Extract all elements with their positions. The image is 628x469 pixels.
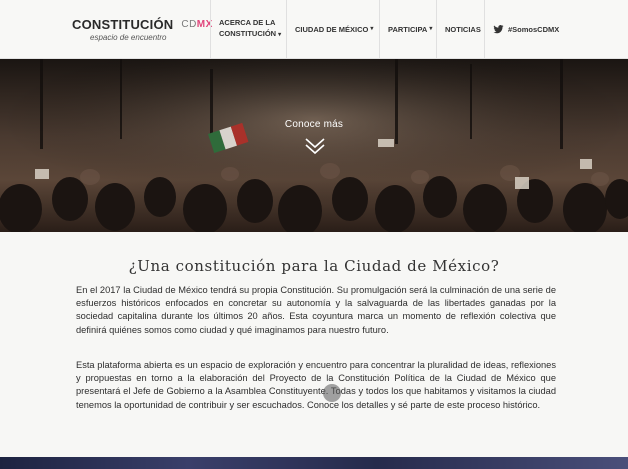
nav-item-acerca[interactable]: ACERCA DE LA CONSTITUCIÓN ▾	[210, 0, 286, 58]
twitter-icon	[493, 24, 504, 33]
top-navbar: CONSTITUCIÓN CD MX espacio de encuentro A…	[0, 0, 628, 59]
nav-item-participa-label: PARTICIPA	[388, 24, 428, 34]
nav-item-ciudad-label: CIUDAD DE MÉXICO	[295, 24, 369, 34]
intro-paragraph-2: Esta plataforma abierta es un espacio de…	[76, 360, 556, 410]
page-title: ¿Una constitución para la Ciudad de Méxi…	[128, 257, 500, 275]
chevron-down-icon[interactable]	[305, 137, 325, 155]
site-logo[interactable]: CONSTITUCIÓN CD MX espacio de encuentro	[0, 0, 212, 58]
nav-item-noticias-label: NOTICIAS	[445, 24, 481, 34]
brand-name: CONSTITUCIÓN	[72, 16, 174, 32]
mouse-cursor-indicator	[323, 384, 341, 402]
brand-tagline: espacio de encuentro	[90, 32, 167, 42]
brand-cd: CD	[181, 18, 197, 30]
caret-down-icon: ▾	[370, 25, 374, 32]
caret-down-icon: ▾	[278, 32, 282, 38]
nav-item-somoscdmx-label: #SomosCDMX	[508, 24, 560, 34]
caret-down-icon: ▾	[429, 25, 433, 32]
next-section-preview	[0, 457, 628, 469]
nav-item-acerca-line1: ACERCA DE LA	[219, 18, 276, 27]
intro-section: ¿Una constitución para la Ciudad de Méxi…	[0, 232, 628, 457]
nav-item-noticias[interactable]: NOTICIAS	[436, 0, 484, 58]
hero-banner: Conoce más	[0, 59, 628, 232]
nav-item-acerca-line2: CONSTITUCIÓN	[219, 29, 277, 38]
hero-cta-label[interactable]: Conoce más	[0, 119, 628, 130]
nav-item-participa[interactable]: PARTICIPA ▾	[379, 0, 436, 58]
nav-item-somoscdmx[interactable]: #SomosCDMX	[484, 0, 574, 58]
nav-item-ciudad[interactable]: CIUDAD DE MÉXICO ▾	[286, 0, 379, 58]
intro-paragraph-1: En el 2017 la Ciudad de México tendrá su…	[76, 285, 556, 335]
